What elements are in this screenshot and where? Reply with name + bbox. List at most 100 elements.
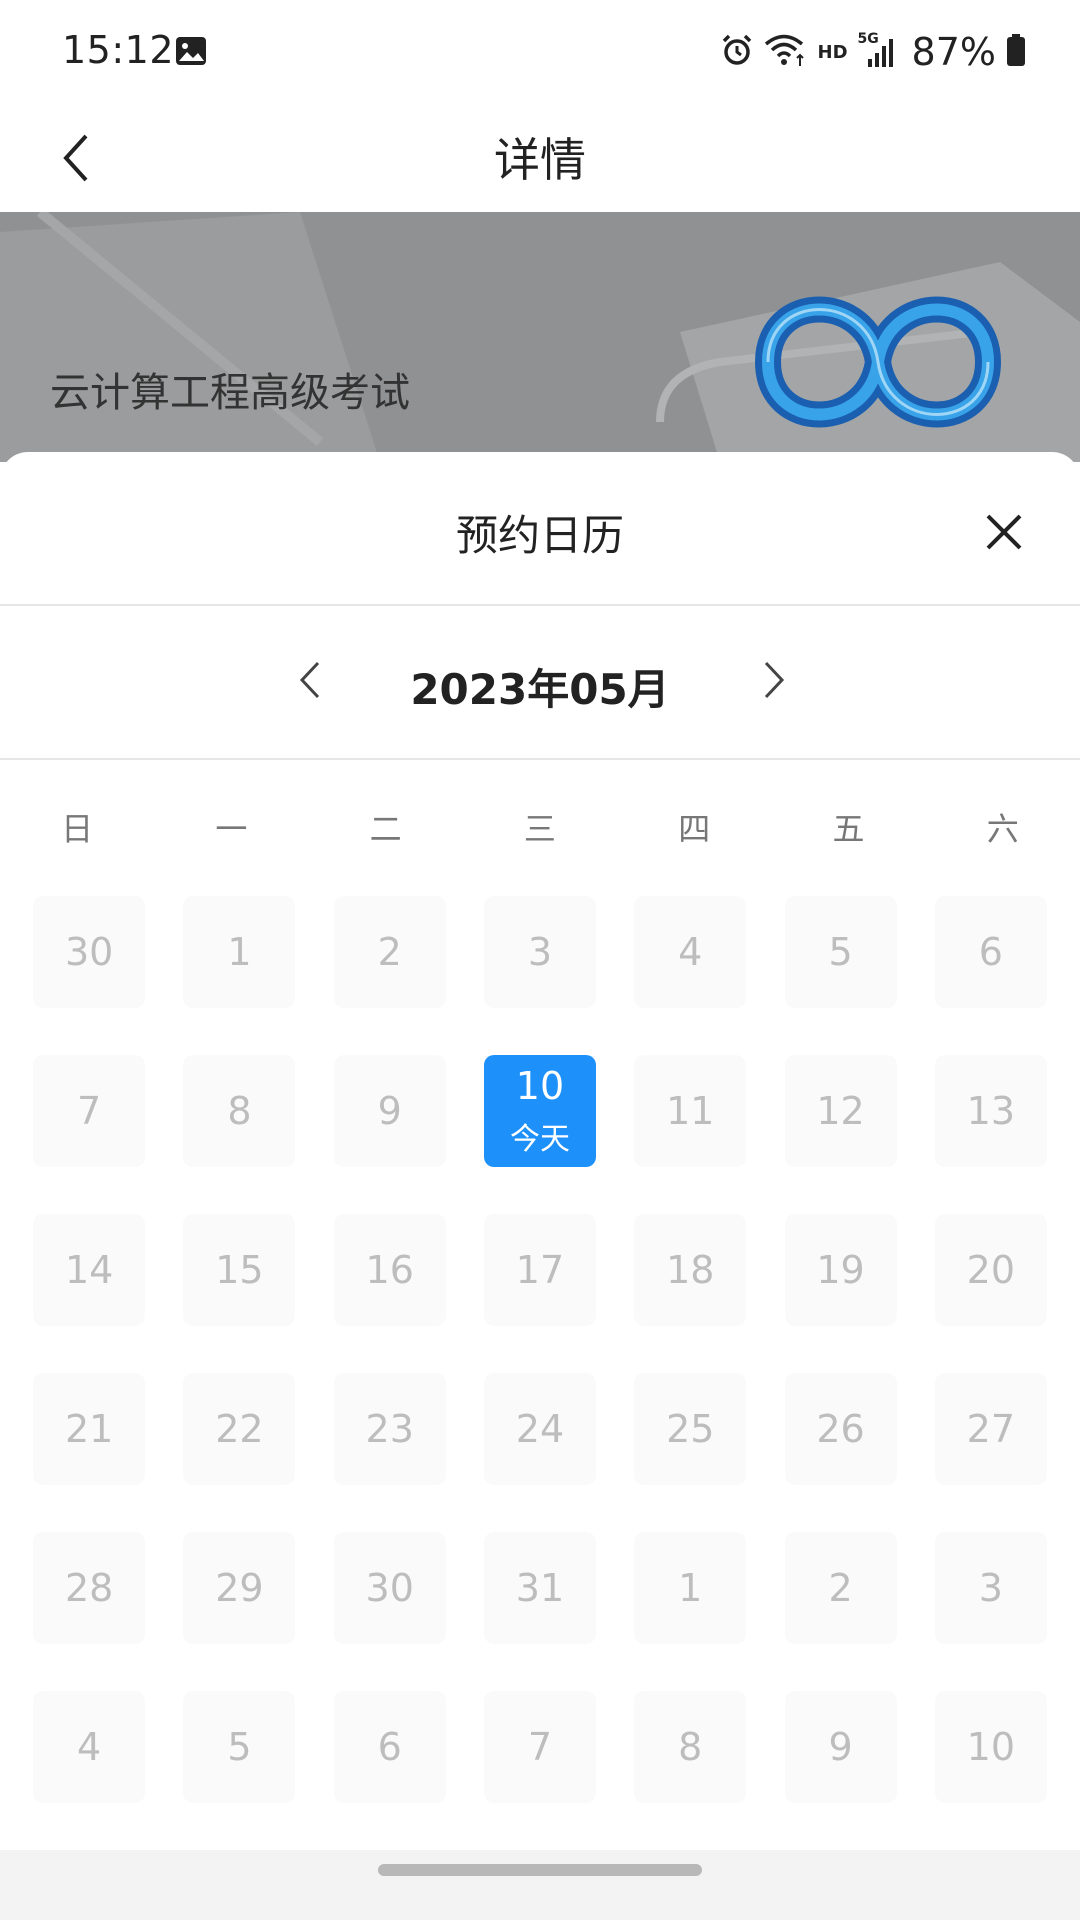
calendar-day[interactable]: 29	[183, 1532, 296, 1644]
calendar-day[interactable]: 16	[333, 1214, 446, 1326]
calendar-day[interactable]: 5	[183, 1691, 296, 1803]
calendar-day[interactable]: 9	[784, 1691, 897, 1803]
calendar-day-cell: 12	[765, 1055, 915, 1214]
day-number: 30	[64, 930, 114, 974]
calendar-day[interactable]: 21	[33, 1373, 146, 1485]
home-indicator[interactable]	[378, 1864, 702, 1876]
calendar-day-cell: 14	[14, 1214, 164, 1373]
close-button[interactable]	[972, 500, 1036, 564]
day-number: 25	[666, 1407, 715, 1451]
calendar-day[interactable]: 23	[333, 1373, 446, 1485]
calendar-day-cell: 18	[615, 1214, 765, 1373]
calendar-day-cell: 9	[765, 1691, 915, 1850]
calendar-day[interactable]: 7	[33, 1055, 146, 1167]
day-number: 8	[227, 1089, 252, 1133]
calendar-day[interactable]: 30	[33, 896, 146, 1008]
day-number: 2	[828, 1566, 853, 1610]
calendar-day-cell: 20	[916, 1214, 1066, 1373]
calendar-day[interactable]: 19	[784, 1214, 897, 1326]
alarm-icon	[720, 33, 754, 71]
calendar-day-cell: 30	[315, 1532, 465, 1691]
calendar-day-cell: 6	[916, 896, 1066, 1055]
page-title: 详情	[494, 133, 586, 187]
day-number: 3	[978, 1566, 1003, 1610]
calendar-day[interactable]: 5	[784, 896, 897, 1008]
calendar-day[interactable]: 13	[934, 1055, 1047, 1167]
day-number: 31	[515, 1566, 565, 1610]
calendar-day-cell: 2	[765, 1532, 915, 1691]
calendar-day-cell: 3	[465, 896, 615, 1055]
calendar-day[interactable]: 11	[634, 1055, 747, 1167]
calendar-day-cell: 5	[765, 896, 915, 1055]
calendar-day-cell: 5	[164, 1691, 314, 1850]
day-number: 12	[816, 1089, 865, 1133]
weekday-label: 日	[61, 810, 94, 848]
calendar-day-cell: 15	[164, 1214, 314, 1373]
calendar-day[interactable]: 17	[483, 1214, 596, 1326]
calendar-day[interactable]: 4	[634, 896, 747, 1008]
calendar-day[interactable]: 6	[333, 1691, 446, 1803]
calendar-day-cell: 2	[315, 896, 465, 1055]
calendar-day-today[interactable]: 10 今天	[483, 1055, 596, 1167]
calendar-day[interactable]: 6	[934, 896, 1047, 1008]
day-number: 24	[515, 1407, 565, 1451]
calendar-day[interactable]: 2	[784, 1532, 897, 1644]
day-number: 15	[215, 1248, 264, 1292]
weekday-label: 五	[832, 810, 865, 848]
day-number: 22	[215, 1407, 264, 1451]
calendar-day[interactable]: 28	[33, 1532, 146, 1644]
course-title: 云计算工程高级考试	[50, 370, 410, 416]
calendar-day[interactable]: 14	[33, 1214, 146, 1326]
calendar-day[interactable]: 31	[483, 1532, 596, 1644]
calendar-day-cell: 1	[615, 1532, 765, 1691]
calendar-day-cell: 3	[916, 1532, 1066, 1691]
calendar-day[interactable]: 15	[183, 1214, 296, 1326]
calendar-day[interactable]: 9	[333, 1055, 446, 1167]
calendar-day[interactable]: 1	[634, 1532, 747, 1644]
calendar-week-row: 4 5 6 7 8 9 10	[14, 1691, 1066, 1850]
calendar-day-cell: 28	[14, 1532, 164, 1691]
calendar-day[interactable]: 1	[183, 896, 296, 1008]
calendar-day-cell: 22	[164, 1373, 314, 1532]
calendar-day-cell: 16	[315, 1214, 465, 1373]
calendar-day-cell: 25	[615, 1373, 765, 1532]
calendar-day[interactable]: 8	[634, 1691, 747, 1803]
calendar-day[interactable]: 8	[183, 1055, 296, 1167]
battery-percent: 87%	[911, 30, 996, 74]
calendar-day[interactable]: 25	[634, 1373, 747, 1485]
calendar-day-cell: 19	[765, 1214, 915, 1373]
calendar-day[interactable]: 27	[934, 1373, 1047, 1485]
calendar-sheet: 预约日历 2023年05月 日 一 二 三 四 五 六 30 1 2 3 4 5 6 7 8 9 1…	[0, 452, 1080, 1852]
calendar-day[interactable]: 4	[33, 1691, 146, 1803]
day-number: 5	[828, 930, 853, 974]
calendar-day[interactable]: 2	[333, 896, 446, 1008]
calendar-day[interactable]: 30	[333, 1532, 446, 1644]
day-number: 14	[64, 1248, 114, 1292]
month-label: 2023年05月	[410, 665, 670, 714]
calendar-day[interactable]: 18	[634, 1214, 747, 1326]
day-number: 10	[515, 1064, 565, 1108]
calendar-day-cell: 7	[465, 1691, 615, 1850]
calendar-week-row: 14 15 16 17 18 19 20	[14, 1214, 1066, 1373]
calendar-day[interactable]: 7	[483, 1691, 596, 1803]
day-number: 10	[966, 1725, 1015, 1769]
calendar-day[interactable]: 12	[784, 1055, 897, 1167]
calendar-day[interactable]: 3	[483, 896, 596, 1008]
calendar-day[interactable]: 20	[934, 1214, 1047, 1326]
day-number: 28	[64, 1566, 114, 1610]
calendar-day[interactable]: 10	[934, 1691, 1047, 1803]
day-number: 7	[527, 1725, 553, 1769]
calendar-day[interactable]: 24	[483, 1373, 596, 1485]
calendar-day[interactable]: 3	[934, 1532, 1047, 1644]
banner-decoration	[0, 212, 1080, 462]
calendar-day[interactable]: 22	[183, 1373, 296, 1485]
app-header: 详情	[0, 104, 1080, 212]
next-month-button[interactable]	[744, 650, 804, 710]
calendar-day[interactable]: 26	[784, 1373, 897, 1485]
calendar-day-cell: 13	[916, 1055, 1066, 1214]
weekday-label: 三	[523, 810, 556, 848]
weekday-label: 二	[369, 810, 402, 848]
day-number: 7	[77, 1089, 102, 1133]
day-number: 6	[978, 930, 1003, 974]
day-number: 9	[828, 1725, 853, 1769]
